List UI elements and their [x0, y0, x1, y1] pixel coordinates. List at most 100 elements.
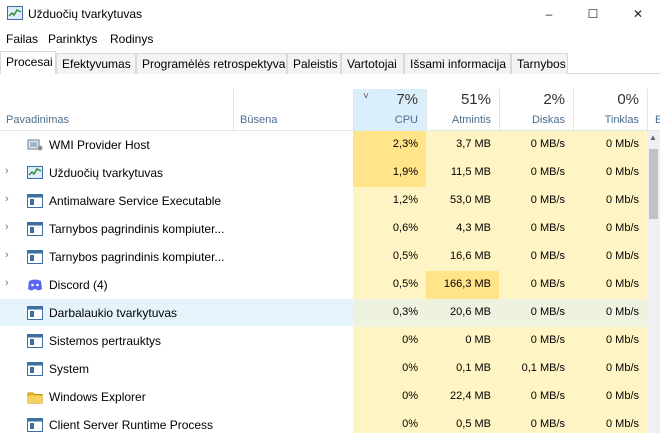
close-button[interactable]: ✕ [616, 0, 660, 28]
process-memory-value: 166,3 MB [426, 271, 499, 299]
expand-chevron-icon[interactable]: › [5, 249, 9, 261]
window-title: Užduočių tvarkytuvas [28, 7, 143, 21]
network-total: 0% [617, 91, 639, 108]
process-row[interactable]: › Tarnybos pagrindinis kompiuter... 0,6% 4,… [0, 215, 647, 243]
column-cpu-label: CPU [394, 114, 418, 126]
process-cpu-value: 1,2% [353, 187, 426, 215]
expand-chevron-icon[interactable]: › [5, 193, 9, 205]
task-manager-icon [27, 166, 43, 180]
expand-chevron-icon[interactable]: › [5, 277, 9, 289]
cpu-total: 7% [396, 91, 418, 108]
vertical-scrollbar[interactable]: ▲ [647, 131, 660, 433]
menu-options[interactable]: Parinktys [48, 32, 97, 46]
process-disk-value: 0 MB/s [499, 411, 573, 433]
scroll-thumb[interactable] [649, 149, 658, 219]
column-extra-label: E [655, 114, 660, 126]
tab-services[interactable]: Tarnybos [511, 53, 568, 74]
column-cpu[interactable]: ˅ 7% CPU [353, 89, 426, 131]
process-row[interactable]: › Tarnybos pagrindinis kompiuter... 0,5% 16… [0, 243, 647, 271]
column-disk-label: Diskas [531, 114, 565, 126]
menu-view[interactable]: Rodinys [110, 32, 153, 46]
column-status-label: Būsena [240, 114, 278, 126]
process-name: Client Server Runtime Process [49, 418, 214, 432]
process-cpu-value: 0% [353, 383, 426, 411]
process-name: System [49, 362, 90, 376]
process-memory-value: 11,5 MB [426, 159, 499, 187]
process-cpu-value: 0,5% [353, 243, 426, 271]
expand-chevron-icon[interactable]: › [5, 221, 9, 233]
column-network[interactable]: 0% Tinklas [573, 89, 647, 131]
process-disk-value: 0 MB/s [499, 299, 573, 327]
process-row[interactable]: › Užduočių tvarkytuvas 1,9% 11,5 MB 0 MB/s 0 … [0, 159, 647, 187]
column-extra[interactable]: E [647, 89, 660, 131]
service-icon [27, 418, 43, 432]
process-disk-value: 0 MB/s [499, 383, 573, 411]
process-disk-value: 0 MB/s [499, 187, 573, 215]
service-icon [27, 250, 43, 264]
process-name: Sistemos pertrauktys [49, 334, 162, 348]
process-memory-value: 3,7 MB [426, 131, 499, 159]
process-memory-value: 53,0 MB [426, 187, 499, 215]
process-network-value: 0 Mb/s [573, 131, 647, 159]
process-memory-value: 22,4 MB [426, 383, 499, 411]
process-row[interactable]: › Discord (4) 0,5% 166,3 MB 0 MB/s 0 Mb/s [0, 271, 647, 299]
process-disk-value: 0,1 MB/s [499, 355, 573, 383]
process-disk-value: 0 MB/s [499, 131, 573, 159]
process-list: WMI Provider Host 2,3% 3,7 MB 0 MB/s 0 Mb/s ›… [0, 131, 647, 433]
process-network-value: 0 Mb/s [573, 159, 647, 187]
tab-details[interactable]: Išsami informacija [404, 53, 511, 74]
column-network-label: Tinklas [604, 114, 639, 126]
maximize-button[interactable]: ☐ [571, 0, 615, 28]
process-network-value: 0 Mb/s [573, 187, 647, 215]
process-name: Tarnybos pagrindinis kompiuter... [49, 222, 225, 236]
process-row[interactable]: System 0% 0,1 MB 0,1 MB/s 0 Mb/s [0, 355, 647, 383]
service-icon [27, 306, 43, 320]
process-row[interactable]: Client Server Runtime Process 0% 0,5 MB 0 M… [0, 411, 647, 433]
process-disk-value: 0 MB/s [499, 159, 573, 187]
process-name: Tarnybos pagrindinis kompiuter... [49, 250, 225, 264]
tab-users[interactable]: Vartotojai [341, 53, 404, 74]
tab-startup[interactable]: Paleistis [287, 53, 341, 74]
column-memory-label: Atmintis [451, 114, 491, 126]
service-icon [27, 362, 43, 376]
process-network-value: 0 Mb/s [573, 327, 647, 355]
process-row[interactable]: Sistemos pertrauktys 0% 0 MB 0 MB/s 0 Mb/s [0, 327, 647, 355]
column-status[interactable]: Būsena [233, 89, 353, 131]
discord-icon [27, 278, 43, 292]
process-name: Windows Explorer [49, 390, 146, 404]
tab-app-history[interactable]: Programėlės retrospektyva [136, 53, 287, 74]
expand-chevron-icon[interactable]: › [5, 165, 9, 177]
process-cpu-value: 1,9% [353, 159, 426, 187]
process-network-value: 0 Mb/s [573, 383, 647, 411]
maximize-icon: ☐ [587, 7, 599, 21]
disk-total: 2% [543, 91, 565, 108]
process-network-value: 0 Mb/s [573, 215, 647, 243]
process-memory-value: 4,3 MB [426, 215, 499, 243]
process-network-value: 0 Mb/s [573, 271, 647, 299]
process-disk-value: 0 MB/s [499, 327, 573, 355]
wmi-icon [27, 138, 43, 152]
scroll-up-icon[interactable]: ▲ [649, 133, 657, 142]
menu-file[interactable]: Failas [6, 32, 38, 46]
column-name-label: Pavadinimas [6, 114, 69, 126]
process-disk-value: 0 MB/s [499, 243, 573, 271]
close-icon: ✕ [632, 7, 644, 21]
tab-processes[interactable]: Procesai [0, 51, 56, 75]
process-name: Užduočių tvarkytuvas [49, 166, 164, 180]
column-disk[interactable]: 2% Diskas [499, 89, 573, 131]
process-name: WMI Provider Host [49, 138, 150, 152]
process-memory-value: 0 MB [426, 327, 499, 355]
process-row[interactable]: WMI Provider Host 2,3% 3,7 MB 0 MB/s 0 Mb/s [0, 131, 647, 159]
task-manager-icon [7, 6, 23, 20]
minimize-icon: – [545, 7, 553, 21]
process-row[interactable]: Darbalaukio tvarkytuvas 0,3% 20,6 MB 0 MB/s… [0, 299, 647, 327]
process-cpu-value: 0,5% [353, 271, 426, 299]
column-name[interactable]: Pavadinimas [0, 89, 233, 131]
process-memory-value: 20,6 MB [426, 299, 499, 327]
process-row[interactable]: Windows Explorer 0% 22,4 MB 0 MB/s 0 Mb/s [0, 383, 647, 411]
tab-performance[interactable]: Efektyvumas [56, 53, 136, 74]
process-cpu-value: 0% [353, 411, 426, 433]
column-memory[interactable]: 51% Atmintis [426, 89, 499, 131]
minimize-button[interactable]: – [527, 0, 571, 28]
process-row[interactable]: › Antimalware Service Executable 1,2% 53,0 … [0, 187, 647, 215]
